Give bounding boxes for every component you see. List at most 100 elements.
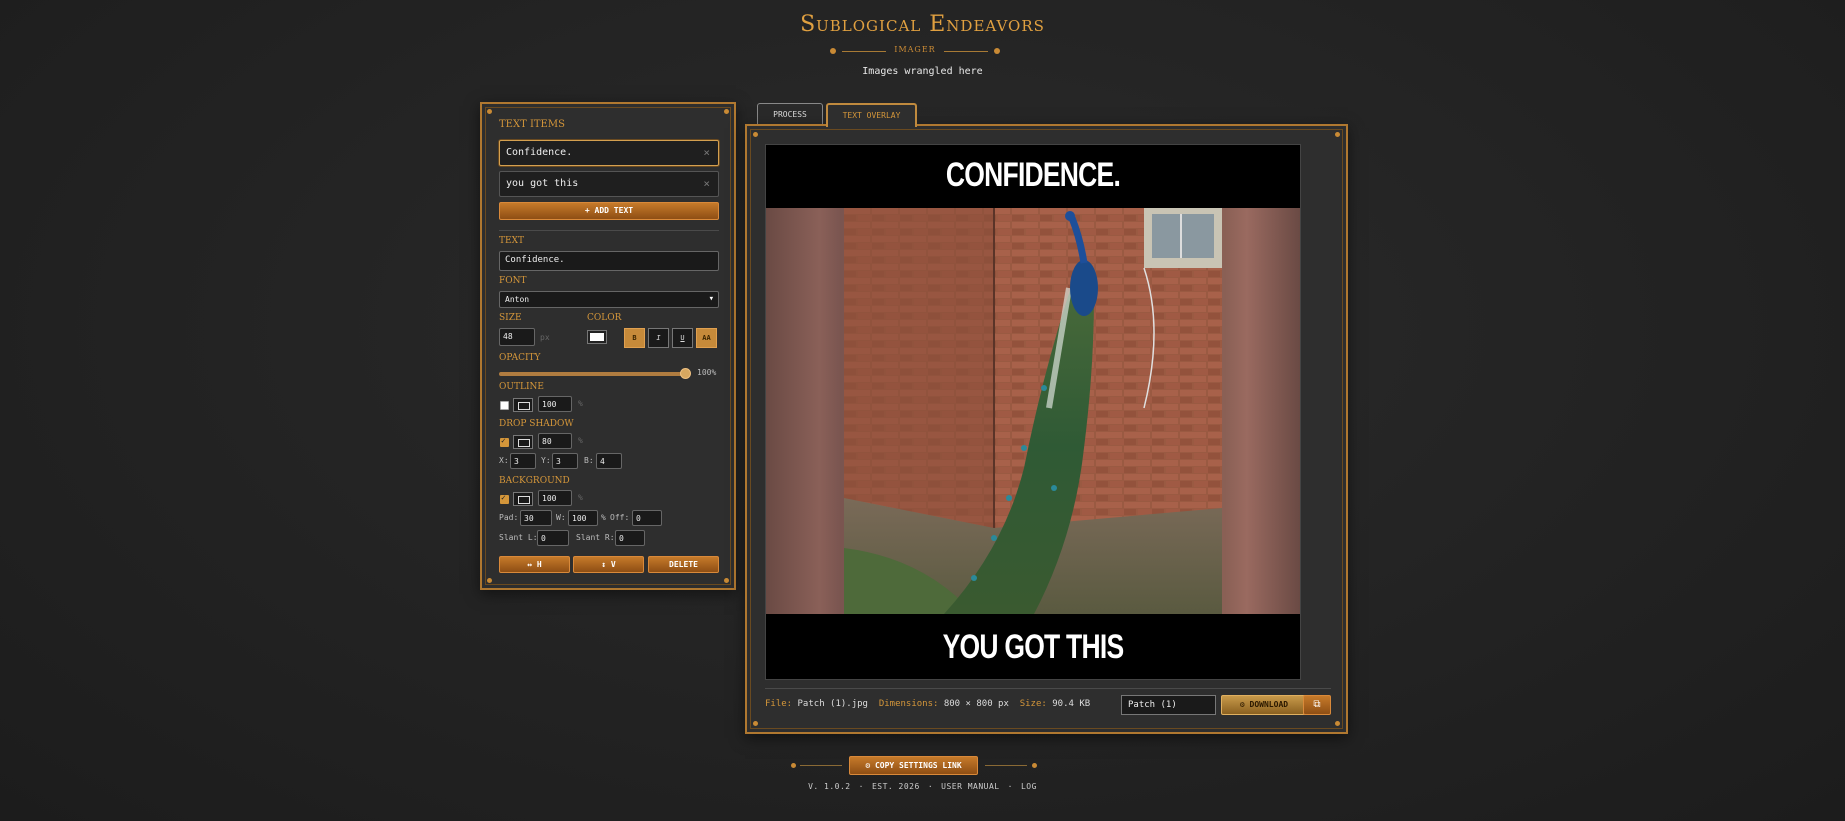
- separator: ·: [1007, 782, 1013, 791]
- peacock-photo: [844, 208, 1222, 614]
- font-label: FONT: [499, 276, 527, 286]
- remove-icon[interactable]: ×: [703, 177, 710, 190]
- slant-right-input[interactable]: 0: [615, 530, 645, 546]
- size-input[interactable]: 48: [499, 328, 535, 346]
- color-label: COLOR: [587, 313, 622, 323]
- text-items-panel: TEXT ITEMS Confidence. × you got this × …: [480, 102, 736, 590]
- width-input[interactable]: 100: [568, 510, 598, 526]
- text-item-label: Confidence.: [506, 147, 573, 158]
- shadow-blur-label: B:: [584, 456, 594, 465]
- tab-text-overlay[interactable]: TEXT OVERLAY: [826, 103, 917, 127]
- output-name-input[interactable]: Patch (1): [1121, 695, 1216, 715]
- remove-icon[interactable]: ×: [703, 146, 710, 159]
- caps-button[interactable]: AA: [696, 328, 717, 348]
- corner-dot: [487, 578, 492, 583]
- copy-icon[interactable]: ⧉: [1303, 695, 1331, 715]
- add-text-button[interactable]: + ADD TEXT: [499, 202, 719, 220]
- text-label: TEXT: [499, 236, 524, 246]
- app-subtitle: IMAGER: [894, 45, 936, 54]
- pad-label: Pad:: [499, 513, 519, 522]
- ornament-line: [800, 765, 842, 766]
- font-select[interactable]: Anton ▾: [499, 291, 719, 308]
- width-label: W:: [556, 513, 566, 522]
- bold-button[interactable]: B: [624, 328, 645, 348]
- ornament-dot: [791, 763, 796, 768]
- subtitle-ornament: IMAGER: [830, 44, 1000, 58]
- download-button[interactable]: ⚙ DOWNLOAD: [1221, 695, 1307, 715]
- shadow-x-label: X:: [499, 456, 509, 465]
- shadow-unit: %: [578, 436, 583, 445]
- text-item-label: you got this: [506, 178, 579, 189]
- corner-dot: [724, 109, 729, 114]
- size-unit: px: [540, 333, 550, 342]
- opacity-value: 100%: [697, 368, 717, 377]
- outline-opacity-input[interactable]: 100: [538, 396, 572, 412]
- outline-checkbox[interactable]: [500, 401, 509, 410]
- opacity-slider-track[interactable]: [499, 372, 685, 376]
- color-swatch[interactable]: [587, 330, 607, 344]
- shadow-label: DROP SHADOW: [499, 419, 574, 429]
- shadow-checkbox[interactable]: [500, 436, 509, 447]
- shadow-opacity-input[interactable]: 80: [538, 433, 572, 449]
- outline-color-swatch[interactable]: [513, 398, 533, 412]
- background-opacity-input[interactable]: 100: [538, 490, 572, 506]
- background-checkbox[interactable]: [500, 493, 509, 504]
- opacity-slider-knob[interactable]: [680, 368, 691, 379]
- slant-left-input[interactable]: 0: [537, 530, 569, 546]
- size-label: Size:: [1019, 699, 1047, 709]
- text-input[interactable]: Confidence.: [499, 251, 719, 271]
- corner-dot: [724, 578, 729, 583]
- preview-canvas[interactable]: CONFIDENCE. YOU GOT THIS: [765, 144, 1301, 680]
- shadow-y-input[interactable]: 3: [552, 453, 578, 469]
- tab-process[interactable]: PROCESS: [757, 103, 823, 126]
- text-item[interactable]: you got this ×: [499, 171, 719, 197]
- peacock-photo-art: [844, 208, 1222, 614]
- user-manual-link[interactable]: USER MANUAL: [941, 782, 999, 791]
- corner-dot: [753, 132, 758, 137]
- outline-unit: %: [578, 399, 583, 408]
- ornament-line: [985, 765, 1027, 766]
- offset-input[interactable]: 0: [632, 510, 662, 526]
- underline-button[interactable]: U: [672, 328, 693, 348]
- ornament-dot: [1032, 763, 1037, 768]
- app-title: Sublogical Endeavors: [800, 12, 1045, 37]
- ornament-line: [944, 51, 988, 52]
- caption-top[interactable]: CONFIDENCE.: [825, 153, 1242, 197]
- outline-label: OUTLINE: [499, 382, 544, 392]
- center-vertical-button[interactable]: ↕ V: [573, 556, 644, 573]
- chevron-down-icon: ▾: [708, 294, 714, 304]
- dimensions-value: 800 × 800 px: [943, 699, 1009, 709]
- divider: [765, 688, 1331, 689]
- shadow-y-label: Y:: [541, 456, 551, 465]
- background-color-swatch[interactable]: [513, 492, 533, 506]
- tagline: Images wrangled here: [862, 66, 983, 77]
- size-value: 90.4 KB: [1052, 699, 1091, 709]
- text-items-heading: TEXT ITEMS: [499, 119, 565, 130]
- background-unit: %: [578, 493, 583, 502]
- file-info: File: Patch (1).jpg Dimensions: 800 × 80…: [765, 699, 1090, 709]
- file-label: File:: [765, 699, 793, 709]
- pad-input[interactable]: 30: [520, 510, 552, 526]
- opacity-label: OPACITY: [499, 353, 541, 363]
- copy-settings-link-button[interactable]: ⚙ COPY SETTINGS LINK: [849, 756, 978, 775]
- width-unit: %: [601, 513, 606, 522]
- separator: ·: [927, 782, 934, 791]
- shadow-color-swatch[interactable]: [513, 435, 533, 449]
- italic-button[interactable]: I: [648, 328, 669, 348]
- file-name: Patch (1).jpg: [797, 699, 868, 709]
- text-item[interactable]: Confidence. ×: [499, 140, 719, 166]
- size-label: SIZE: [499, 313, 522, 323]
- shadow-x-input[interactable]: 3: [510, 453, 536, 469]
- delete-button[interactable]: DELETE: [648, 556, 719, 573]
- divider: [499, 230, 719, 231]
- separator: ·: [858, 782, 864, 791]
- center-horizontal-button[interactable]: ↔ H: [499, 556, 570, 573]
- caption-bottom[interactable]: YOU GOT THIS: [825, 615, 1242, 679]
- preview-panel: CONFIDENCE. YOU GOT THIS File: Patch (1)…: [745, 124, 1348, 734]
- ornament-dot: [994, 48, 1000, 54]
- dimensions-label: Dimensions:: [878, 699, 939, 709]
- log-link[interactable]: LOG: [1021, 782, 1037, 791]
- shadow-blur-input[interactable]: 4: [596, 453, 622, 469]
- corner-dot: [1335, 132, 1340, 137]
- corner-dot: [1335, 721, 1340, 726]
